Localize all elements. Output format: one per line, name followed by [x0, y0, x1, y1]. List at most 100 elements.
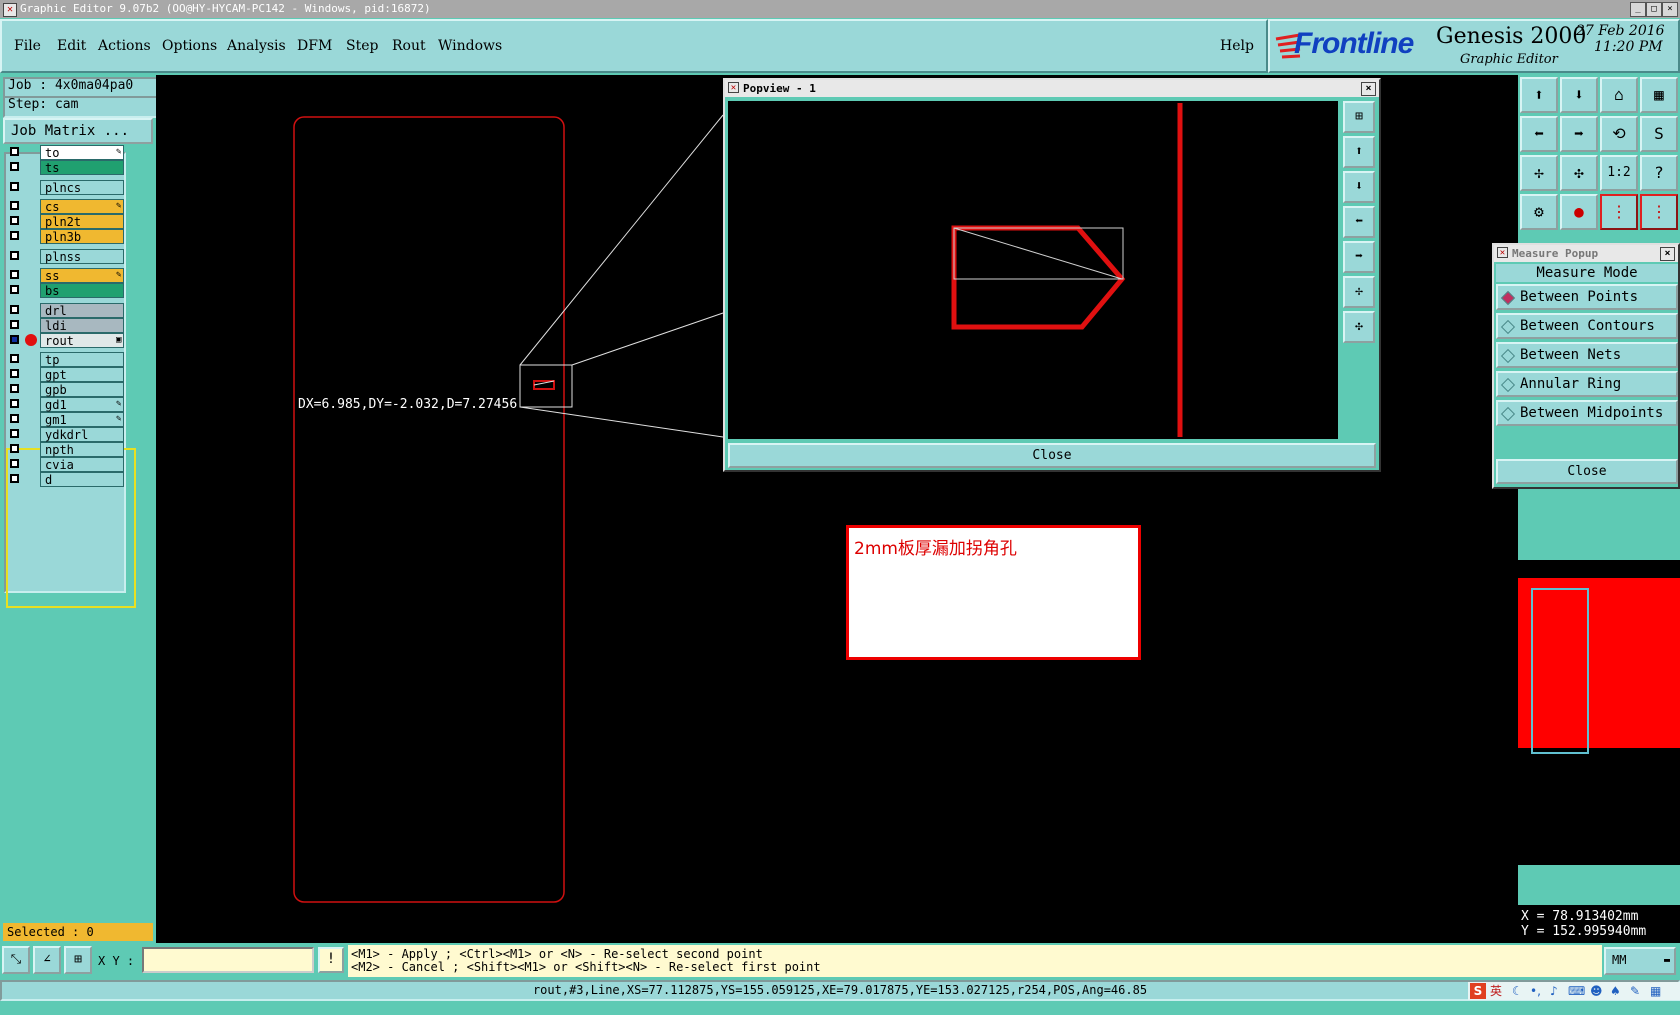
- measure-option-annular-ring[interactable]: Annular Ring: [1496, 371, 1678, 397]
- measure-tool-icon[interactable]: ∠: [33, 946, 61, 974]
- layer-name[interactable]: d: [40, 472, 124, 487]
- pan-up-icon[interactable]: ⬆: [1343, 136, 1375, 168]
- menu-file[interactable]: File: [14, 38, 41, 54]
- layer-name[interactable]: gd1: [40, 397, 124, 412]
- layer-name[interactable]: pln2t: [40, 214, 124, 229]
- layer-checkbox[interactable]: [10, 444, 19, 453]
- layer-row-npth[interactable]: npth: [6, 442, 124, 457]
- layer-row-gpt[interactable]: gpt: [6, 367, 124, 382]
- menu-windows[interactable]: Windows: [438, 38, 502, 54]
- layer-checkbox[interactable]: [10, 399, 19, 408]
- layer-name[interactable]: to: [40, 145, 124, 160]
- layer-checkbox[interactable]: [10, 216, 19, 225]
- menu-options[interactable]: Options: [162, 38, 217, 54]
- job-matrix-button[interactable]: Job Matrix ...: [3, 118, 153, 144]
- layer-name[interactable]: ts: [40, 160, 124, 175]
- pan-up-icon[interactable]: ⬆: [1520, 77, 1558, 113]
- layer-checkbox[interactable]: [10, 182, 19, 191]
- layer-checkbox[interactable]: [10, 384, 19, 393]
- layer-checkbox[interactable]: [10, 231, 19, 240]
- layer-row-pln2t[interactable]: pln2t: [6, 214, 124, 229]
- pan-down-icon[interactable]: ⬇: [1343, 171, 1375, 203]
- layer-name[interactable]: bs: [40, 283, 124, 298]
- layer-row-cs[interactable]: cs ✎: [6, 199, 124, 214]
- layer-checkbox[interactable]: [10, 369, 19, 378]
- settings-icon[interactable]: ⚙: [1520, 194, 1558, 230]
- layer-name[interactable]: pln3b: [40, 229, 124, 244]
- layer-checkbox[interactable]: [10, 251, 19, 260]
- layer-row-gd1[interactable]: gd1 ✎: [6, 397, 124, 412]
- layer-row-rout[interactable]: rout ▣: [6, 333, 124, 348]
- pan-down-icon[interactable]: ⬇: [1560, 77, 1598, 113]
- overview-map[interactable]: [1518, 560, 1680, 865]
- home-icon[interactable]: ⌂: [1600, 77, 1638, 113]
- layer-checkbox[interactable]: [10, 414, 19, 423]
- layer-name[interactable]: cvia: [40, 457, 124, 472]
- snap-icon[interactable]: S: [1640, 116, 1678, 152]
- zoom-fit-icon[interactable]: ⊞: [1343, 101, 1375, 133]
- person-icon[interactable]: ☻: [1590, 982, 1603, 1000]
- layer-row-ldi[interactable]: ldi: [6, 318, 124, 333]
- pan-left-icon[interactable]: ⬅: [1343, 206, 1375, 238]
- layer-name[interactable]: gm1: [40, 412, 124, 427]
- layer-name[interactable]: npth: [40, 442, 124, 457]
- pan-right-icon[interactable]: ➡: [1343, 241, 1375, 273]
- layer-checkbox[interactable]: [10, 201, 19, 210]
- layer-checkbox[interactable]: [10, 147, 19, 156]
- layer-row-bs[interactable]: bs: [6, 283, 124, 298]
- layer-row-drl[interactable]: drl: [6, 303, 124, 318]
- net-analyzer-icon[interactable]: ⋮: [1600, 194, 1638, 230]
- pan-right-icon[interactable]: ➡: [1560, 116, 1598, 152]
- layer-name[interactable]: plncs: [40, 180, 124, 195]
- menu-rout[interactable]: Rout: [392, 38, 426, 54]
- measure-option-between-nets[interactable]: Between Nets: [1496, 342, 1678, 368]
- layer-name[interactable]: gpt: [40, 367, 124, 382]
- layer-checkbox[interactable]: [10, 162, 19, 171]
- zoom-out-icon[interactable]: ✣: [1560, 155, 1598, 191]
- layer-row-gpb[interactable]: gpb: [6, 382, 124, 397]
- menu-analysis[interactable]: Analysis: [227, 38, 286, 54]
- ime-mode[interactable]: 英: [1490, 982, 1502, 1000]
- maximize-button[interactable]: □: [1646, 2, 1662, 17]
- menu-actions[interactable]: Actions: [98, 38, 151, 54]
- menu-dfm[interactable]: DFM: [297, 38, 332, 54]
- shirt-icon[interactable]: ♠: [1610, 982, 1621, 1000]
- layer-checkbox[interactable]: [10, 320, 19, 329]
- units-select[interactable]: MM ▬: [1604, 947, 1676, 975]
- layer-name[interactable]: drl: [40, 303, 124, 318]
- close-window-button[interactable]: ×: [1662, 2, 1678, 17]
- menu-grid-icon[interactable]: ▦: [1650, 982, 1661, 1000]
- select-tool-icon[interactable]: ⤡: [2, 946, 30, 974]
- layer-row-pln3b[interactable]: pln3b: [6, 229, 124, 244]
- layer-name[interactable]: ldi: [40, 318, 124, 333]
- popview-close-button[interactable]: Close: [728, 443, 1376, 468]
- grid-view-icon[interactable]: ▦: [1640, 77, 1678, 113]
- layer-checkbox[interactable]: [10, 474, 19, 483]
- measure-option-between-contours[interactable]: Between Contours: [1496, 313, 1678, 339]
- layer-row-d[interactable]: d: [6, 472, 124, 487]
- layer-name[interactable]: ss: [40, 268, 124, 283]
- keyboard-icon[interactable]: ⌨: [1568, 982, 1585, 1000]
- menu-edit[interactable]: Edit: [57, 38, 86, 54]
- layer-checkbox[interactable]: [10, 354, 19, 363]
- pan-left-icon[interactable]: ⬅: [1520, 116, 1558, 152]
- layer-row-to[interactable]: to ✎: [6, 145, 124, 160]
- zoom-out-icon[interactable]: ✣: [1343, 311, 1375, 343]
- measure-point-icon[interactable]: ●: [1560, 194, 1598, 230]
- layer-name[interactable]: cs: [40, 199, 124, 214]
- ime-logo-icon[interactable]: S: [1470, 983, 1486, 999]
- layer-checkbox[interactable]: [10, 335, 19, 344]
- minimize-button[interactable]: _: [1630, 2, 1646, 17]
- layer-row-ts[interactable]: ts: [6, 160, 124, 175]
- measure-option-between-points[interactable]: Between Points: [1496, 284, 1678, 310]
- layer-name[interactable]: rout: [40, 333, 124, 348]
- layer-name[interactable]: plnss: [40, 249, 124, 264]
- zoom-in-icon[interactable]: ✢: [1520, 155, 1558, 191]
- layer-checkbox[interactable]: [10, 285, 19, 294]
- layer-row-tp[interactable]: tp: [6, 352, 124, 367]
- layer-checkbox[interactable]: [10, 429, 19, 438]
- mic-icon[interactable]: ♪: [1550, 982, 1558, 1000]
- alert-icon[interactable]: !: [318, 947, 344, 973]
- net-compare-icon[interactable]: ⋮: [1640, 194, 1678, 230]
- popview-close-x[interactable]: ×: [1361, 82, 1376, 96]
